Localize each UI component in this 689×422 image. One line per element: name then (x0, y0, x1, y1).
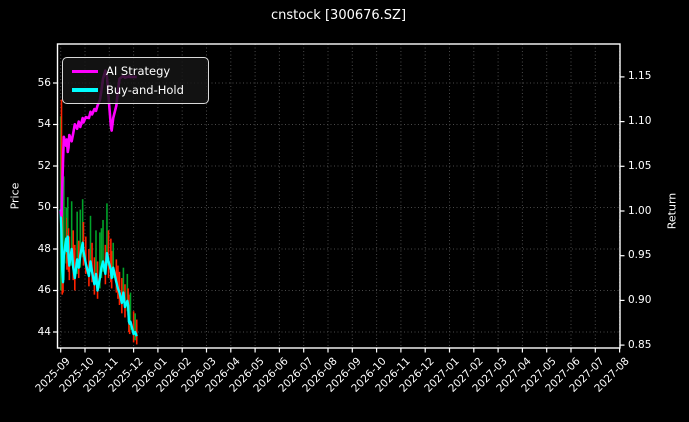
ai-strategy-line-swatch (72, 69, 98, 74)
right-tick-label: 0.95 (628, 249, 652, 262)
left-tick-label: 46 (37, 284, 51, 296)
buy-and-hold-line-swatch (72, 88, 98, 92)
legend-label: Buy-and-Hold (106, 82, 184, 97)
figure: cnstock [300676.SZ] Price Return 44 46 48 5… (0, 0, 689, 422)
left-tick-label: 56 (37, 76, 51, 89)
left-tick-label: 52 (37, 159, 51, 172)
right-axis-label: Return (665, 192, 679, 230)
right-tick-label: 1.10 (628, 115, 652, 128)
legend: AI Strategy Buy-and-Hold (62, 57, 209, 105)
left-tick-label: 48 (37, 242, 51, 255)
right-tick-label: 1.05 (628, 159, 652, 172)
right-tick-label: 0.90 (628, 293, 652, 306)
legend-item-buy-and-hold: Buy-and-Hold (72, 82, 199, 97)
legend-label: AI Strategy (106, 64, 171, 78)
legend-item-ai-strategy: AI Strategy (72, 65, 199, 78)
right-tick-label: 1.00 (628, 204, 652, 217)
right-tick-label: 1.15 (628, 70, 652, 83)
left-tick-label: 50 (37, 201, 51, 213)
right-tick-label: 0.85 (628, 338, 652, 351)
left-tick-label: 44 (37, 325, 51, 338)
left-tick-label: 54 (37, 118, 51, 130)
